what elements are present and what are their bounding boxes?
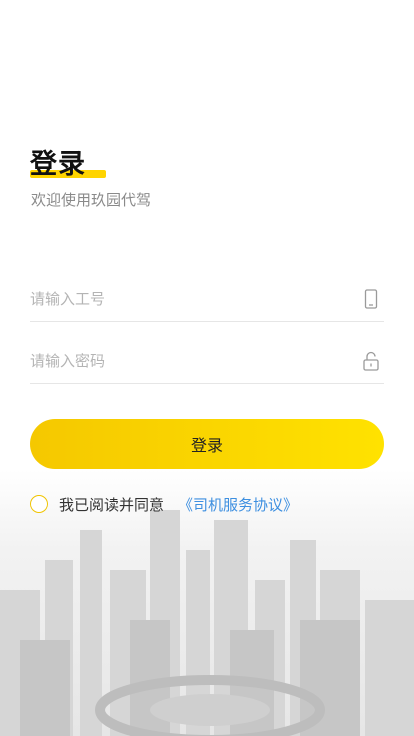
employee-id-input[interactable]: [30, 277, 350, 321]
welcome-subtitle: 欢迎使用玖园代驾: [31, 191, 152, 209]
phone-icon: [362, 289, 380, 309]
unlock-icon: [362, 351, 380, 371]
password-field: [30, 339, 384, 384]
service-agreement-link[interactable]: 《司机服务协议》: [178, 494, 298, 515]
login-button[interactable]: 登录: [30, 419, 384, 469]
password-input[interactable]: [30, 339, 350, 383]
page-title-text: 登录: [30, 149, 86, 180]
page-title: 登录: [30, 142, 106, 181]
agree-checkbox[interactable]: [30, 495, 48, 513]
agreement-text: 我已阅读并同意: [59, 495, 165, 514]
agreement-row: 我已阅读并同意 《司机服务协议》: [30, 492, 298, 516]
employee-id-field: [30, 277, 384, 322]
